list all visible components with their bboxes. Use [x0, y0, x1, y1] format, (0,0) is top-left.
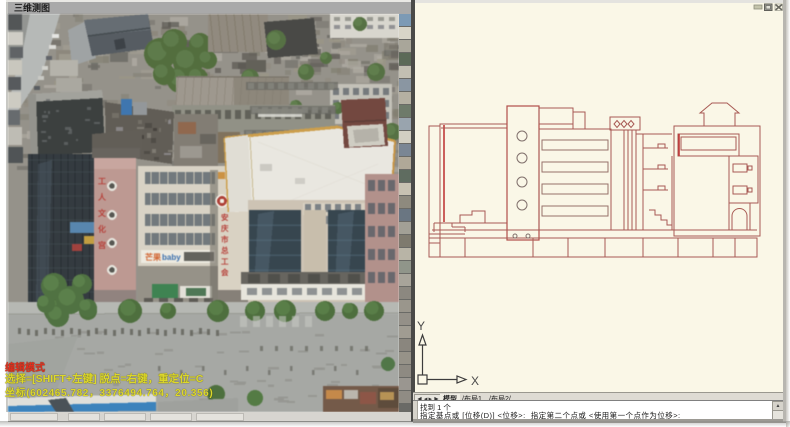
svg-text:Y: Y: [417, 319, 425, 333]
svg-text:X: X: [471, 374, 479, 388]
